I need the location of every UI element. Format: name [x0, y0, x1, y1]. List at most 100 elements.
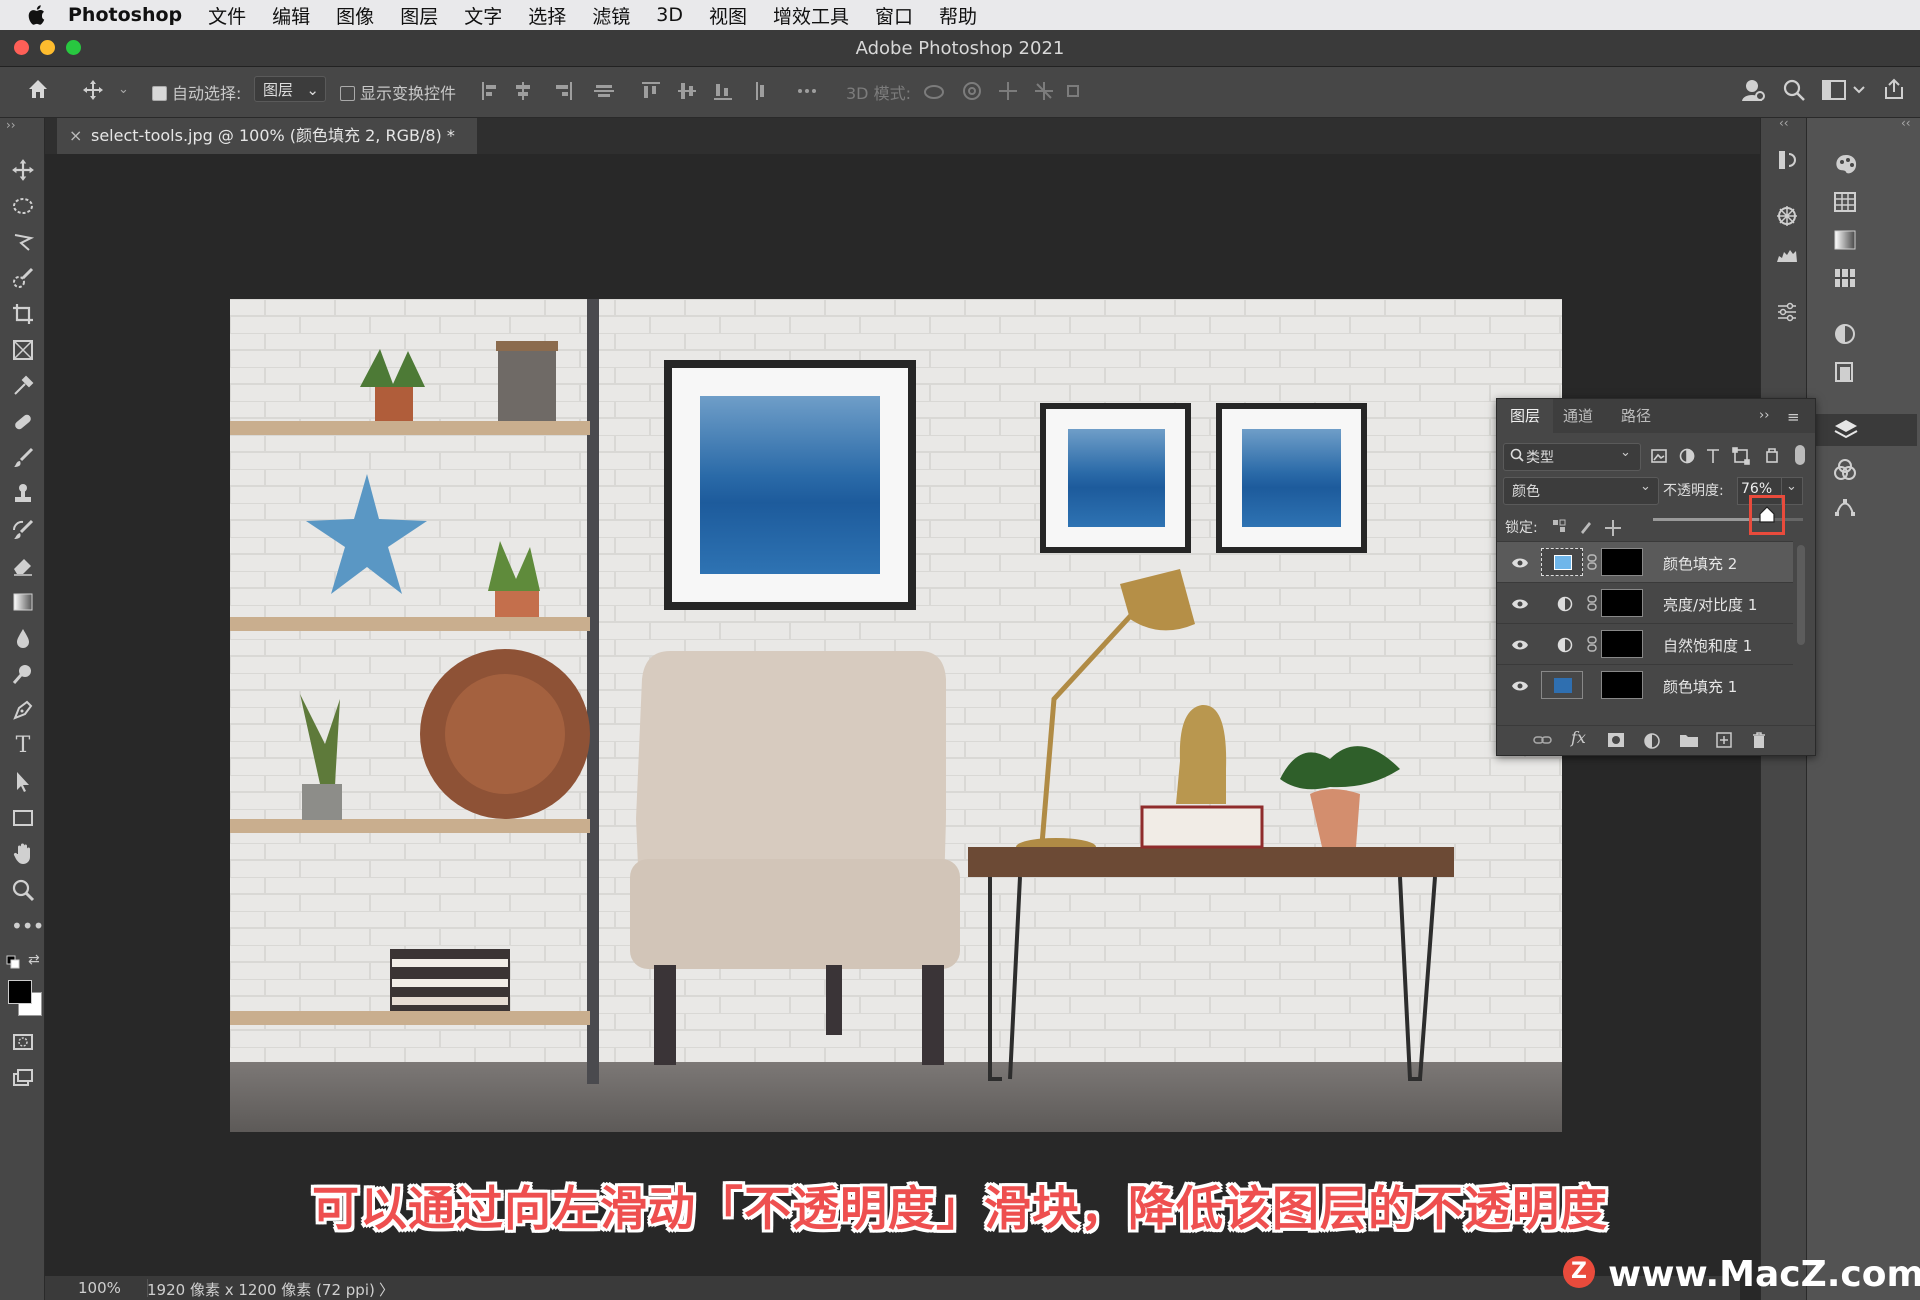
link-icon[interactable] [1587, 636, 1597, 656]
layer-mask-thumbnail[interactable] [1601, 589, 1643, 617]
crop-tool-icon[interactable] [11, 302, 35, 326]
libraries-panel-icon[interactable] [1833, 360, 1857, 388]
layer-mask-thumbnail[interactable] [1601, 671, 1643, 699]
layer-row-vibrance-1[interactable]: 自然饱和度 1 [1497, 623, 1793, 664]
dodge-tool-icon[interactable] [11, 662, 35, 686]
tab-layers[interactable]: 图层 [1497, 399, 1553, 433]
move-tool-preset-icon[interactable] [82, 79, 104, 105]
foreground-color-swatch[interactable] [8, 980, 32, 1004]
visibility-eye-icon[interactable] [1511, 678, 1529, 691]
layer-mask-thumbnail[interactable] [1601, 548, 1643, 576]
marquee-tool-icon[interactable] [11, 194, 35, 218]
zoom-tool-icon[interactable] [11, 878, 35, 902]
layer-list-scrollbar[interactable] [1797, 545, 1805, 645]
add-mask-icon[interactable] [1607, 732, 1625, 752]
layer-thumbnail[interactable] [1541, 671, 1583, 699]
layer-row-brightness-contrast-1[interactable]: 亮度/对比度 1 [1497, 582, 1793, 623]
menu-app-name[interactable]: Photoshop [68, 4, 182, 26]
collapse-chevrons-icon[interactable]: ›› [6, 118, 16, 132]
tab-paths[interactable]: 路径 [1621, 399, 1651, 433]
new-adjustment-layer-icon[interactable] [1643, 732, 1661, 754]
history-panel-icon[interactable] [1775, 148, 1799, 176]
color-panel-icon[interactable] [1833, 152, 1859, 180]
lasso-tool-icon[interactable] [11, 230, 35, 254]
opacity-slider-thumb[interactable] [1759, 506, 1775, 528]
document-size-info[interactable]: 1920 像素 x 1200 像素 (72 ppi) [147, 1279, 375, 1300]
clone-stamp-tool-icon[interactable] [11, 482, 35, 506]
layer-row-color-fill-1[interactable]: 颜色填充 1 [1497, 664, 1793, 705]
brush-tool-icon[interactable] [11, 446, 35, 470]
blend-mode-dropdown[interactable]: 颜色 ⌄ [1503, 477, 1659, 505]
document-canvas-image[interactable] [230, 299, 1562, 1132]
collapse-chevrons-icon[interactable]: ‹‹ [1901, 116, 1911, 130]
more-tools-icon[interactable]: ••• [11, 914, 44, 938]
link-icon[interactable] [1587, 554, 1597, 574]
quick-mask-icon[interactable] [11, 1030, 35, 1054]
rectangle-tool-icon[interactable] [11, 806, 35, 830]
zoom-level[interactable]: 100% [78, 1279, 121, 1297]
path-selection-tool-icon[interactable] [11, 770, 35, 794]
eyedropper-tool-icon[interactable] [11, 374, 35, 398]
collapse-panel-icon[interactable]: ›› [1759, 408, 1769, 423]
histogram-panel-icon[interactable] [1775, 242, 1799, 270]
color-swatches[interactable] [6, 978, 46, 1018]
blur-tool-icon[interactable] [11, 626, 35, 650]
eraser-tool-icon[interactable] [11, 554, 35, 578]
apple-menu-icon[interactable] [28, 4, 48, 26]
swap-colors-icon[interactable]: ⇄ [28, 952, 40, 968]
new-layer-icon[interactable] [1715, 731, 1733, 753]
menu-layer[interactable]: 图层 [400, 2, 438, 29]
show-transform-checkbox[interactable]: 显示变换控件 [340, 80, 456, 104]
menu-select[interactable]: 选择 [528, 2, 566, 29]
menu-edit[interactable]: 编辑 [272, 2, 310, 29]
share-icon[interactable] [1882, 77, 1906, 105]
hand-tool-icon[interactable] [11, 842, 35, 866]
gradients-panel-icon[interactable] [1833, 228, 1857, 256]
screen-mode-icon[interactable] [11, 1066, 35, 1090]
layer-row-color-fill-2[interactable]: 颜色填充 2 [1497, 541, 1793, 582]
quick-select-tool-icon[interactable] [11, 266, 35, 290]
visibility-eye-icon[interactable] [1511, 637, 1529, 650]
patterns-panel-icon[interactable] [1833, 266, 1857, 294]
frame-tool-icon[interactable] [11, 338, 35, 362]
type-tool-icon[interactable]: T [11, 734, 35, 758]
menu-3d[interactable]: 3D [656, 4, 683, 26]
layer-thumbnail[interactable] [1541, 548, 1583, 576]
default-colors-icon[interactable] [6, 954, 20, 973]
navigator-panel-icon[interactable] [1775, 204, 1799, 232]
delete-layer-trash-icon[interactable] [1751, 731, 1767, 753]
pen-tool-icon[interactable] [11, 698, 35, 722]
menu-type[interactable]: 文字 [464, 2, 502, 29]
paths-panel-icon[interactable] [1833, 496, 1857, 524]
collapse-chevrons-icon[interactable]: ‹‹ [1779, 116, 1789, 130]
history-brush-tool-icon[interactable] [11, 518, 35, 542]
home-icon[interactable] [26, 77, 50, 105]
new-group-folder-icon[interactable] [1679, 732, 1699, 752]
channels-panel-icon[interactable] [1833, 458, 1857, 486]
layer-filter-dropdown[interactable]: 类型 ⌄ [1503, 443, 1641, 471]
menu-window[interactable]: 窗口 [875, 2, 913, 29]
search-icon[interactable] [1782, 78, 1806, 106]
healing-brush-tool-icon[interactable] [11, 410, 35, 434]
adjustments-panel-icon[interactable] [1833, 322, 1857, 350]
menu-image[interactable]: 图像 [336, 2, 374, 29]
filter-toggle-switch[interactable] [1795, 445, 1805, 465]
document-tab[interactable]: × select-tools.jpg @ 100% (颜色填充 2, RGB/8… [57, 118, 477, 154]
close-tab-icon[interactable]: × [69, 118, 82, 154]
layer-mask-thumbnail[interactable] [1601, 630, 1643, 658]
visibility-eye-icon[interactable] [1511, 596, 1529, 609]
menu-help[interactable]: 帮助 [939, 2, 977, 29]
tab-channels[interactable]: 通道 [1563, 399, 1593, 433]
menu-file[interactable]: 文件 [208, 2, 246, 29]
menu-plugins[interactable]: 增效工具 [773, 2, 849, 29]
visibility-eye-icon[interactable] [1511, 555, 1529, 568]
auto-select-checkbox[interactable]: 自动选择: [152, 80, 241, 104]
auto-select-target-dropdown[interactable]: 图层 ⌄ [254, 76, 326, 102]
status-menu-arrow-icon[interactable]: 〉 [379, 1279, 394, 1300]
layers-panel-tab-button[interactable] [1813, 414, 1917, 446]
link-icon[interactable] [1587, 595, 1597, 615]
gradient-tool-icon[interactable] [11, 590, 35, 614]
share-user-icon[interactable] [1740, 77, 1766, 107]
move-tool-icon[interactable] [11, 158, 35, 182]
link-layers-icon[interactable] [1533, 732, 1553, 752]
